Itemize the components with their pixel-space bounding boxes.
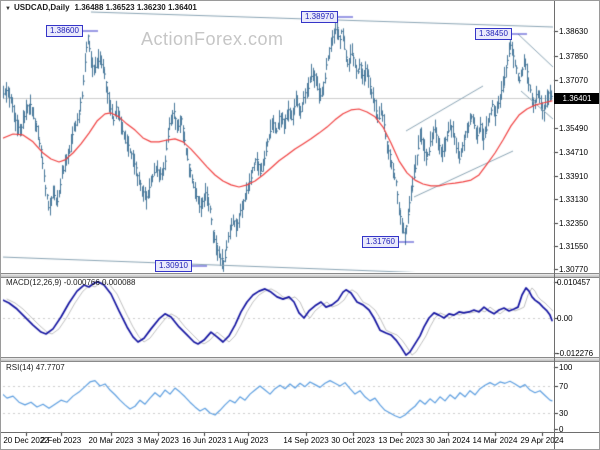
rsi-axis-label: 0 — [559, 425, 564, 434]
price-axis-label: 1.31550 — [559, 242, 588, 251]
price-axis-label: 1.30770 — [559, 265, 588, 274]
price-annotation[interactable]: 1.30910 — [155, 260, 192, 272]
price-annotation[interactable]: 1.38450 — [475, 28, 512, 40]
date-label: 14 Mar 2024 — [472, 436, 518, 445]
price-annotation[interactable]: 1.31760 — [362, 236, 399, 248]
chart-canvas[interactable] — [1, 1, 599, 449]
rsi-indicator-label: RSI(14) 47.7707 — [6, 363, 65, 372]
rsi-axis-label: 100 — [559, 363, 573, 372]
macd-axis-label: 0.00 — [557, 314, 573, 323]
collapse-icon[interactable]: ▼ — [5, 6, 11, 12]
date-label: 2 Feb 2023 — [40, 436, 82, 445]
price-axis-label: 1.37070 — [559, 76, 588, 85]
chart-window: ▼ USDCAD,Daily 1.36488 1.36523 1.36230 1.3… — [0, 0, 600, 450]
price-annotation[interactable]: 1.38600 — [46, 25, 83, 37]
price-axis-border — [554, 1, 555, 449]
price-axis-label: 1.32350 — [559, 219, 588, 228]
date-label: 14 Sep 2023 — [283, 436, 329, 445]
date-label: 13 Dec 2023 — [378, 436, 424, 445]
date-label: 3 May 2023 — [137, 436, 179, 445]
price-annotation[interactable]: 1.38970 — [301, 11, 338, 23]
panel-separator-rsi[interactable] — [1, 357, 599, 362]
price-axis-label: 1.33130 — [559, 195, 588, 204]
date-label: 1 Aug 2023 — [227, 436, 269, 445]
symbol-period-label: USDCAD,Daily — [13, 3, 70, 12]
macd-axis-label: 0.010457 — [557, 278, 591, 287]
price-axis-label: 1.37850 — [559, 52, 588, 61]
price-axis-label: 1.33910 — [559, 172, 588, 181]
macd-axis-label: -0.012276 — [557, 349, 594, 358]
date-label: 30 Jan 2024 — [425, 436, 471, 445]
date-label: 29 Apr 2024 — [520, 436, 564, 445]
macd-indicator-label: MACD(12,26,9) -0.000766 0.000088 — [6, 278, 136, 287]
date-label: 30 Oct 2023 — [331, 436, 375, 445]
price-axis-label: 1.38630 — [559, 27, 588, 36]
price-axis-label: 1.34710 — [559, 148, 588, 157]
rsi-axis-label: 70 — [559, 382, 568, 391]
current-price-tag: 1.36401 — [554, 93, 599, 104]
date-label: 16 Jun 2023 — [181, 436, 227, 445]
date-label: 20 Mar 2023 — [88, 436, 134, 445]
watermark: ActionForex.com — [141, 29, 284, 49]
price-axis-label: 1.35490 — [559, 124, 588, 133]
rsi-axis-label: 30 — [559, 409, 568, 418]
time-axis-border — [1, 432, 599, 433]
chart-title-bar: ▼ USDCAD,Daily 1.36488 1.36523 1.36230 1.3… — [5, 3, 197, 12]
ohlc-values: 1.36488 1.36523 1.36230 1.36401 — [74, 3, 197, 12]
